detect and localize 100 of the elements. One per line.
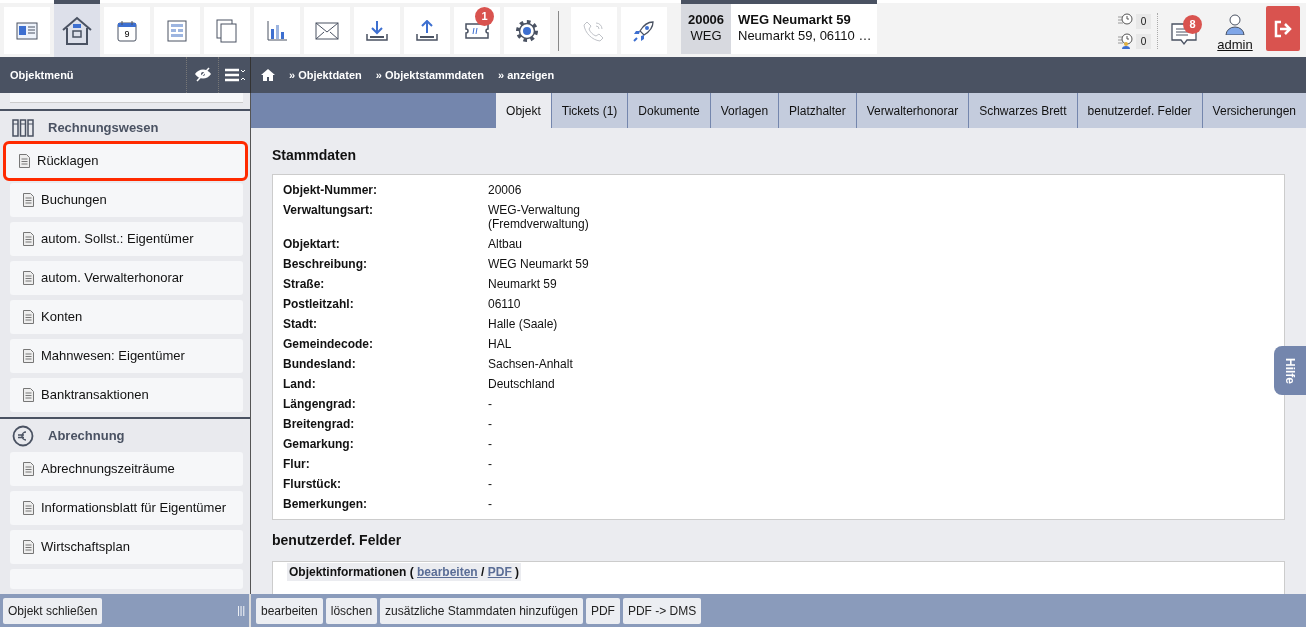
field-label: Flurstück: [283,477,342,491]
pdf-link[interactable]: PDF [487,565,512,579]
download-icon [365,19,389,42]
legend-text: Objektinformationen ( [289,565,414,579]
notification-badge: 1 [475,7,494,26]
counter-value: 0 [1136,13,1151,29]
tab[interactable]: Versicherungen [1201,93,1306,128]
field-value: WEG Neumarkt 59 [488,257,589,271]
envelope-icon [315,21,339,40]
document-icon [23,349,34,363]
sidebar-item[interactable]: Konten [10,300,243,334]
field-value: 20006 [488,183,522,197]
field-value: WEG-Verwaltung (Fremdverwaltung) [488,203,589,231]
toolbar-button[interactable] [4,7,50,54]
legend-text: ) [515,565,520,579]
field-label: Gemarkung: [283,437,355,451]
toolbar-button[interactable]: 1 [454,7,500,54]
document-icon [23,501,34,515]
field-label: Stadt: [283,317,318,331]
contact-card-icon [16,21,38,40]
clock-user-icon [1117,33,1133,49]
field-label: Straße: [283,277,326,291]
document-icon [23,232,34,246]
field-label: Objektart: [283,237,341,251]
toolbar-button[interactable] [504,7,550,54]
action-button[interactable]: zusätzliche Stammdaten hinzufügen [380,597,583,624]
field-value: - [488,417,492,431]
tab[interactable]: Dokumente [627,93,710,128]
field-value: - [488,397,492,411]
notification-badge: 8 [1183,15,1202,34]
breadcrumb-link[interactable]: » Objektdaten [289,66,362,84]
calendar-day: 9 [117,28,137,39]
tab[interactable]: Verwalterhonorar [855,93,969,128]
legend-text: / [481,565,485,579]
sidebar-item[interactable]: Banktransaktionen [10,378,243,412]
action-button[interactable]: bearbeiten [256,597,323,624]
sidebar-item[interactable]: autom. Verwalterhonorar [10,261,243,295]
counter-value: 0 [1136,33,1151,49]
gear-icon [514,17,540,44]
field-label: Postleitzahl: [283,297,355,311]
breadcrumb-link[interactable]: » Objektstammdaten [375,66,484,84]
action-button[interactable]: PDF [585,597,620,624]
field-value: Neumarkt 59 [488,277,557,291]
sidebar-item[interactable]: Informationsblatt für Eigentümer [10,491,243,525]
object-type: WEG [689,28,723,44]
field-label: Bemerkungen: [283,497,369,511]
sidebar-item[interactable]: Rücklagen [6,144,245,178]
sidebar-item[interactable]: Abrechnungszeiträume [10,452,243,486]
field-label: Beschreibung: [283,257,368,271]
field-value: Altbau [488,237,523,251]
tab[interactable]: Platzhalter [778,93,856,128]
phone-icon [583,19,605,42]
action-button[interactable]: PDF -> DMS [622,597,702,624]
upload-icon [415,19,439,42]
toolbar-button[interactable] [254,7,300,54]
tab[interactable]: Schwarzes Brett [968,93,1077,128]
document-icon [19,154,30,168]
object-title: WEG Neumarkt 59 [738,12,852,28]
toolbar-button[interactable] [404,7,450,54]
document-icon [23,388,34,402]
field-label: Breitengrad: [283,417,356,431]
document-icon [23,193,34,207]
home-icon[interactable] [261,69,275,81]
field-label: Bundesland: [283,357,357,371]
field-label: Land: [283,377,317,391]
user-link[interactable]: admin [1217,35,1253,55]
tab[interactable]: Tickets (1) [550,93,628,128]
help-tab[interactable]: Hilfe [1274,346,1306,395]
field-value: 06110 [488,297,521,311]
action-button[interactable]: löschen [325,597,378,624]
section-title: Rechnungswesen [48,118,159,137]
close-object-button[interactable]: Objekt schließen [3,597,103,624]
sidebar-item[interactable]: Wirtschaftsplan [10,530,243,564]
field-value: HAL [488,337,512,351]
tab[interactable]: Vorlagen [709,93,779,128]
toolbar-button[interactable] [54,0,100,57]
form-icon [167,19,187,42]
user-icon [1224,13,1246,35]
tab[interactable]: benutzerdef. Felder [1076,93,1202,128]
ticket-icon [465,22,489,39]
toolbar-button[interactable]: 9 [104,7,150,54]
document-icon [23,271,34,285]
field-value: Halle (Saale) [488,317,558,331]
edit-link[interactable]: bearbeiten [417,565,478,579]
sidebar-item[interactable]: Buchungen [10,183,243,217]
sidebar-item[interactable]: autom. Sollst.: Eigentümer [10,222,243,256]
tab[interactable]: Objekt [495,93,551,128]
document-icon [23,540,34,554]
field-value: Deutschland [488,377,555,391]
documents-icon [216,18,238,43]
toolbar-button[interactable] [621,7,667,54]
house-icon [61,15,93,46]
field-value: - [488,497,492,511]
breadcrumb-link[interactable]: » anzeigen [497,66,555,84]
field-value: - [488,457,492,471]
logout-button[interactable] [1266,6,1300,51]
toolbar-button[interactable] [354,7,400,54]
document-icon [23,462,34,476]
sidebar-item[interactable]: Mahnwesen: Eigentümer [10,339,243,373]
field-label: Längengrad: [283,397,357,411]
